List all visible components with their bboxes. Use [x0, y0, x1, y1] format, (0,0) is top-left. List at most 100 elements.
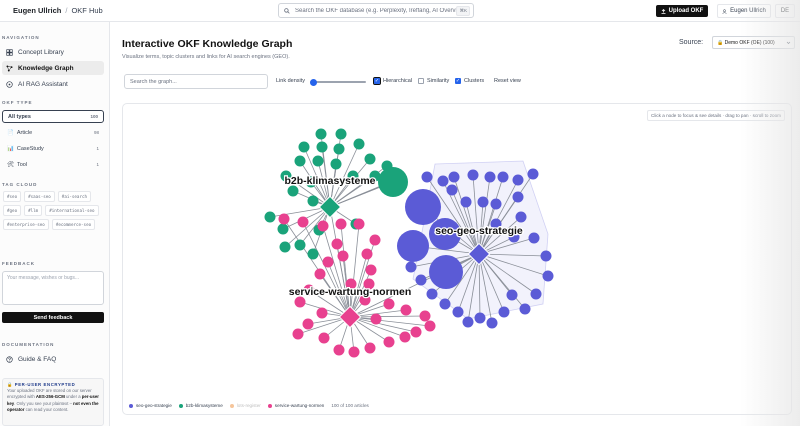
legend-item[interactable]: service-wartung-normen [267, 403, 324, 408]
graph-node[interactable] [477, 196, 489, 208]
graph-edge[interactable] [349, 315, 426, 318]
cluster-hub-node[interactable] [318, 195, 342, 219]
knowledge-graph-canvas[interactable]: Click a node to focus & see details · dr… [122, 103, 792, 415]
graph-node[interactable] [330, 158, 342, 170]
clusters-checkbox[interactable]: ✓ [455, 78, 461, 84]
graph-node[interactable] [365, 264, 377, 276]
type-filter-all[interactable]: All types 100 [2, 110, 104, 123]
graph-node[interactable] [314, 268, 326, 280]
graph-node[interactable] [348, 346, 360, 358]
similarity-checkbox[interactable] [418, 78, 424, 84]
graph-node[interactable] [364, 342, 376, 354]
tag-chip[interactable]: #ai-search [57, 191, 92, 202]
clusters-toggle[interactable]: ✓ Clusters [455, 78, 484, 84]
graph-node[interactable] [294, 155, 306, 167]
graph-node[interactable] [335, 218, 347, 230]
cluster-label[interactable]: b2b-klimasysteme [283, 174, 377, 189]
graph-node-large[interactable] [405, 189, 441, 225]
graph-node[interactable] [278, 213, 290, 225]
cluster-label[interactable]: seo-geo-strategie [434, 224, 524, 239]
graph-node[interactable] [297, 216, 309, 228]
graph-node[interactable] [486, 317, 498, 329]
tag-chip[interactable]: #saas-seo [24, 191, 55, 202]
graph-node[interactable] [405, 261, 417, 273]
graph-node[interactable] [383, 298, 395, 310]
cluster-label[interactable]: service-wartung-normen [287, 285, 412, 300]
upload-okf-button[interactable]: Upload OKF [656, 5, 708, 17]
hierarchical-checkbox[interactable]: ✓ [372, 76, 382, 86]
graph-node[interactable] [292, 328, 304, 340]
graph-node[interactable] [467, 169, 479, 181]
graph-node[interactable] [437, 175, 449, 187]
graph-node[interactable] [361, 248, 373, 260]
graph-node[interactable] [316, 307, 328, 319]
graph-edge[interactable] [302, 221, 351, 318]
global-search-input[interactable]: Search the OKF database (e.g. Perplexity… [278, 3, 474, 18]
type-filter-casestudy[interactable]: 📊 CaseStudy 1 [2, 142, 104, 155]
graph-node[interactable] [452, 306, 464, 318]
graph-node[interactable] [400, 304, 412, 316]
graph-node[interactable] [370, 313, 382, 325]
graph-node[interactable] [506, 289, 518, 301]
graph-edge[interactable] [349, 316, 417, 333]
tag-chip[interactable]: #geo [3, 205, 22, 216]
graph-node[interactable] [530, 288, 542, 300]
graph-node[interactable] [298, 141, 310, 153]
graph-node[interactable] [484, 171, 496, 183]
graph-node[interactable] [515, 211, 527, 223]
graph-node[interactable] [337, 250, 349, 262]
graph-node[interactable] [419, 310, 431, 322]
graph-node[interactable] [369, 234, 381, 246]
graph-svg[interactable]: b2b-klimasysteme seo-geo-strategie service… [123, 104, 792, 415]
graph-node-large[interactable] [378, 167, 408, 197]
graph-node[interactable] [527, 168, 539, 180]
graph-node[interactable] [498, 306, 510, 318]
feedback-textarea[interactable]: Your message, wishes or bugs... [2, 271, 104, 305]
graph-node[interactable] [331, 238, 343, 250]
graph-node[interactable] [322, 256, 334, 268]
graph-node[interactable] [318, 332, 330, 344]
sidebar-item-concept-library[interactable]: Concept Library [2, 45, 104, 59]
type-filter-tool[interactable]: 🛠 Tool 1 [2, 158, 104, 171]
graph-node[interactable] [333, 143, 345, 155]
graph-node[interactable] [542, 270, 554, 282]
type-filter-article[interactable]: 📄 Article 98 [2, 126, 104, 139]
hub-name[interactable]: OKF Hub [71, 6, 102, 15]
graph-node[interactable] [512, 191, 524, 203]
tag-chip[interactable]: #llm [24, 205, 43, 216]
similarity-toggle[interactable]: Similarity [418, 78, 449, 84]
graph-node[interactable] [462, 316, 474, 328]
graph-node-large[interactable] [397, 230, 429, 262]
graph-node[interactable] [287, 185, 299, 197]
graph-node[interactable] [315, 128, 327, 140]
graph-node[interactable] [294, 296, 306, 308]
graph-node[interactable] [364, 153, 376, 165]
graph-node[interactable] [277, 223, 289, 235]
sidebar-item-knowledge-graph[interactable]: Knowledge Graph [2, 61, 104, 75]
graph-node[interactable] [410, 326, 422, 338]
graph-node[interactable] [474, 312, 486, 324]
graph-node[interactable] [528, 232, 540, 244]
graph-search-input[interactable]: Search the graph... [124, 74, 268, 89]
graph-node[interactable] [294, 239, 306, 251]
legend-item[interactable]: lots-register [229, 403, 261, 408]
legend-item[interactable]: b2b-klimasysteme [178, 403, 223, 408]
cluster-hub-node[interactable] [338, 305, 362, 329]
graph-node[interactable] [460, 196, 472, 208]
graph-node[interactable] [497, 171, 509, 183]
graph-node[interactable] [540, 250, 552, 262]
tag-chip[interactable]: #ecommerce-seo [51, 219, 96, 230]
graph-node[interactable] [333, 344, 345, 356]
graph-node[interactable] [415, 274, 427, 286]
graph-node-large[interactable] [429, 255, 463, 289]
graph-node[interactable] [312, 155, 324, 167]
source-select[interactable]: 🔒 Demo OKF (OE) (100) [712, 36, 795, 49]
tag-chip[interactable]: #international-seo [45, 205, 99, 216]
sidebar-item-ai-rag-assistant[interactable]: AI RAG Assistant [2, 77, 104, 91]
graph-node[interactable] [335, 128, 347, 140]
graph-node[interactable] [448, 171, 460, 183]
reset-view-button[interactable]: Reset view [494, 78, 521, 84]
send-feedback-button[interactable]: Send feedback [2, 312, 104, 323]
graph-node[interactable] [279, 241, 291, 253]
brand-name[interactable]: Eugen Ullrich [13, 6, 61, 15]
